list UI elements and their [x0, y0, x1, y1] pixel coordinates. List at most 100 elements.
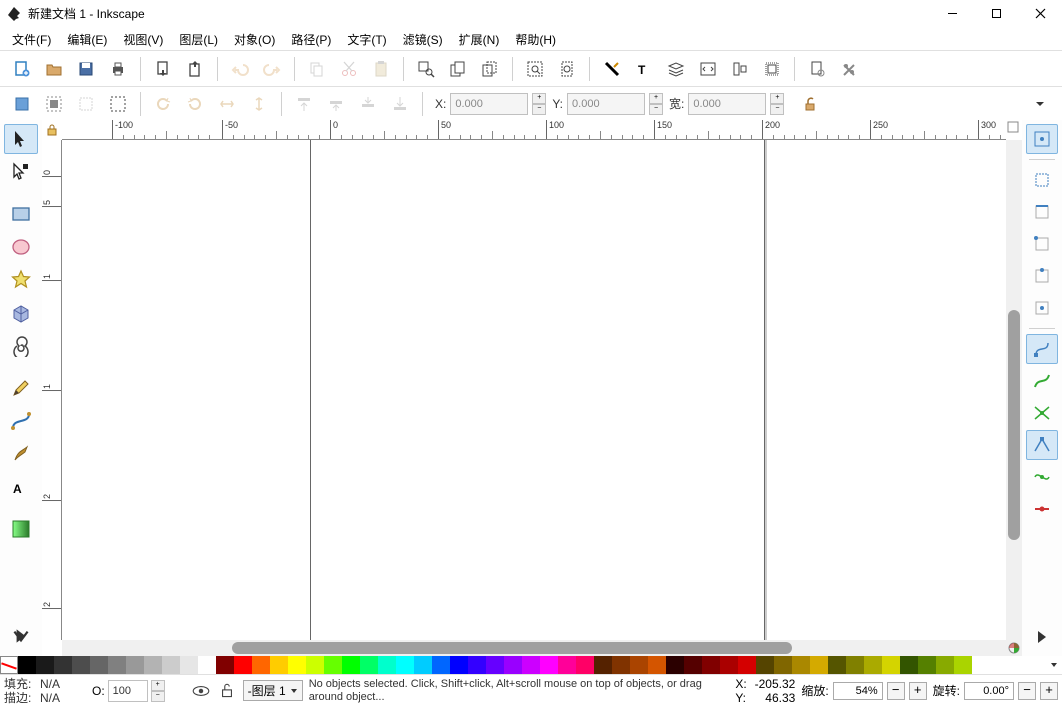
menu-edit[interactable]: 编辑(E)	[59, 29, 115, 50]
redo-button[interactable]	[256, 53, 288, 85]
palette-swatch[interactable]	[936, 656, 954, 674]
lock-guides-button[interactable]	[42, 120, 62, 140]
menu-ext[interactable]: 扩展(N)	[451, 29, 508, 50]
palette-swatch[interactable]	[450, 656, 468, 674]
palette-swatch[interactable]	[594, 656, 612, 674]
palette-swatch[interactable]	[648, 656, 666, 674]
vertical-scrollbar[interactable]	[1006, 140, 1022, 640]
layers-dialog-button[interactable]	[660, 53, 692, 85]
snap-bbox-corner-button[interactable]	[1026, 229, 1058, 259]
palette-swatch[interactable]	[702, 656, 720, 674]
text-dialog-button[interactable]: T	[628, 53, 660, 85]
palette-swatch[interactable]	[216, 656, 234, 674]
snap-midpoint-button[interactable]	[1026, 494, 1058, 524]
snap-bbox-midpoint-button[interactable]	[1026, 261, 1058, 291]
import-button[interactable]	[147, 53, 179, 85]
palette-swatch[interactable]	[612, 656, 630, 674]
raise-top-button[interactable]	[288, 88, 320, 120]
y-input[interactable]	[567, 93, 645, 115]
horizontal-ruler[interactable]: -100-50050100150200250300	[62, 120, 1006, 140]
align-dialog-button[interactable]	[724, 53, 756, 85]
snap-cusp-button[interactable]	[1026, 430, 1058, 460]
palette-swatch[interactable]	[828, 656, 846, 674]
w-spin-down[interactable]: −	[770, 104, 784, 115]
palette-swatch[interactable]	[270, 656, 288, 674]
print-button[interactable]	[102, 53, 134, 85]
palette-swatch[interactable]	[540, 656, 558, 674]
w-input[interactable]	[688, 93, 766, 115]
palette-swatch[interactable]	[756, 656, 774, 674]
palette-swatch[interactable]	[720, 656, 738, 674]
opacity-input[interactable]	[108, 680, 148, 702]
layer-lock-button[interactable]	[217, 681, 237, 701]
select-all-layers-button[interactable]	[38, 88, 70, 120]
palette-swatch[interactable]	[90, 656, 108, 674]
zoom-selection-button[interactable]	[410, 53, 442, 85]
menu-view[interactable]: 视图(V)	[115, 29, 171, 50]
toolbar-overflow-button[interactable]	[1024, 88, 1056, 120]
palette-swatch[interactable]	[108, 656, 126, 674]
palette-swatch[interactable]	[774, 656, 792, 674]
zoom-input[interactable]	[833, 682, 883, 700]
gradient-tool[interactable]	[4, 514, 38, 544]
rotate-cw-button[interactable]	[179, 88, 211, 120]
palette-swatch[interactable]	[738, 656, 756, 674]
palette-swatch[interactable]	[522, 656, 540, 674]
palette-swatch[interactable]	[288, 656, 306, 674]
opacity-up[interactable]: +	[151, 680, 165, 691]
xml-editor-button[interactable]	[692, 53, 724, 85]
palette-swatch[interactable]	[558, 656, 576, 674]
palette-swatch[interactable]	[198, 656, 216, 674]
palette-swatch[interactable]	[432, 656, 450, 674]
palette-swatch[interactable]	[486, 656, 504, 674]
toggle-selection-button[interactable]	[102, 88, 134, 120]
palette-swatch[interactable]	[810, 656, 828, 674]
duplicate-button[interactable]	[442, 53, 474, 85]
undo-button[interactable]	[224, 53, 256, 85]
rotate-cw-status-button[interactable]: +	[1040, 682, 1058, 700]
palette-swatch[interactable]	[54, 656, 72, 674]
snap-enable-button[interactable]	[1026, 124, 1058, 154]
palette-swatch[interactable]	[36, 656, 54, 674]
snap-path-button[interactable]	[1026, 366, 1058, 396]
star-tool[interactable]	[4, 265, 38, 295]
palette-swatch[interactable]	[162, 656, 180, 674]
export-button[interactable]	[179, 53, 211, 85]
fill-stroke-indicator[interactable]: 填充:N/A 描边:N/A	[4, 677, 66, 705]
palette-swatch[interactable]	[378, 656, 396, 674]
minimize-button[interactable]	[930, 0, 974, 28]
menu-text[interactable]: 文字(T)	[339, 29, 394, 50]
palette-swatch[interactable]	[666, 656, 684, 674]
paste-button[interactable]	[365, 53, 397, 85]
palette-swatch[interactable]	[864, 656, 882, 674]
menu-object[interactable]: 对象(O)	[226, 29, 283, 50]
color-managed-button[interactable]	[1006, 640, 1022, 656]
rotate-ccw-button[interactable]	[147, 88, 179, 120]
snap-smooth-button[interactable]	[1026, 462, 1058, 492]
zoom-out-button[interactable]: −	[887, 682, 905, 700]
palette-swatch[interactable]	[306, 656, 324, 674]
rotate-input[interactable]	[964, 682, 1014, 700]
palette-swatch[interactable]	[414, 656, 432, 674]
cut-button[interactable]	[333, 53, 365, 85]
raise-button[interactable]	[320, 88, 352, 120]
palette-swatch[interactable]	[882, 656, 900, 674]
palette-swatch[interactable]	[342, 656, 360, 674]
zoom-page-button[interactable]	[551, 53, 583, 85]
w-spin-up[interactable]: +	[770, 93, 784, 104]
y-spin-up[interactable]: +	[649, 93, 663, 104]
palette-swatch[interactable]	[234, 656, 252, 674]
fill-stroke-button[interactable]	[596, 53, 628, 85]
palette-swatch[interactable]	[396, 656, 414, 674]
palette-swatch[interactable]	[18, 656, 36, 674]
pencil-tool[interactable]	[4, 373, 38, 403]
close-button[interactable]	[1018, 0, 1062, 28]
lower-bottom-button[interactable]	[384, 88, 416, 120]
layer-selector[interactable]: -图层 1	[243, 680, 303, 701]
snap-bbox-edge-button[interactable]	[1026, 197, 1058, 227]
deselect-button[interactable]	[70, 88, 102, 120]
flip-v-button[interactable]	[243, 88, 275, 120]
zoom-drawing-button[interactable]	[519, 53, 551, 85]
open-button[interactable]	[38, 53, 70, 85]
palette-swatch[interactable]	[360, 656, 378, 674]
